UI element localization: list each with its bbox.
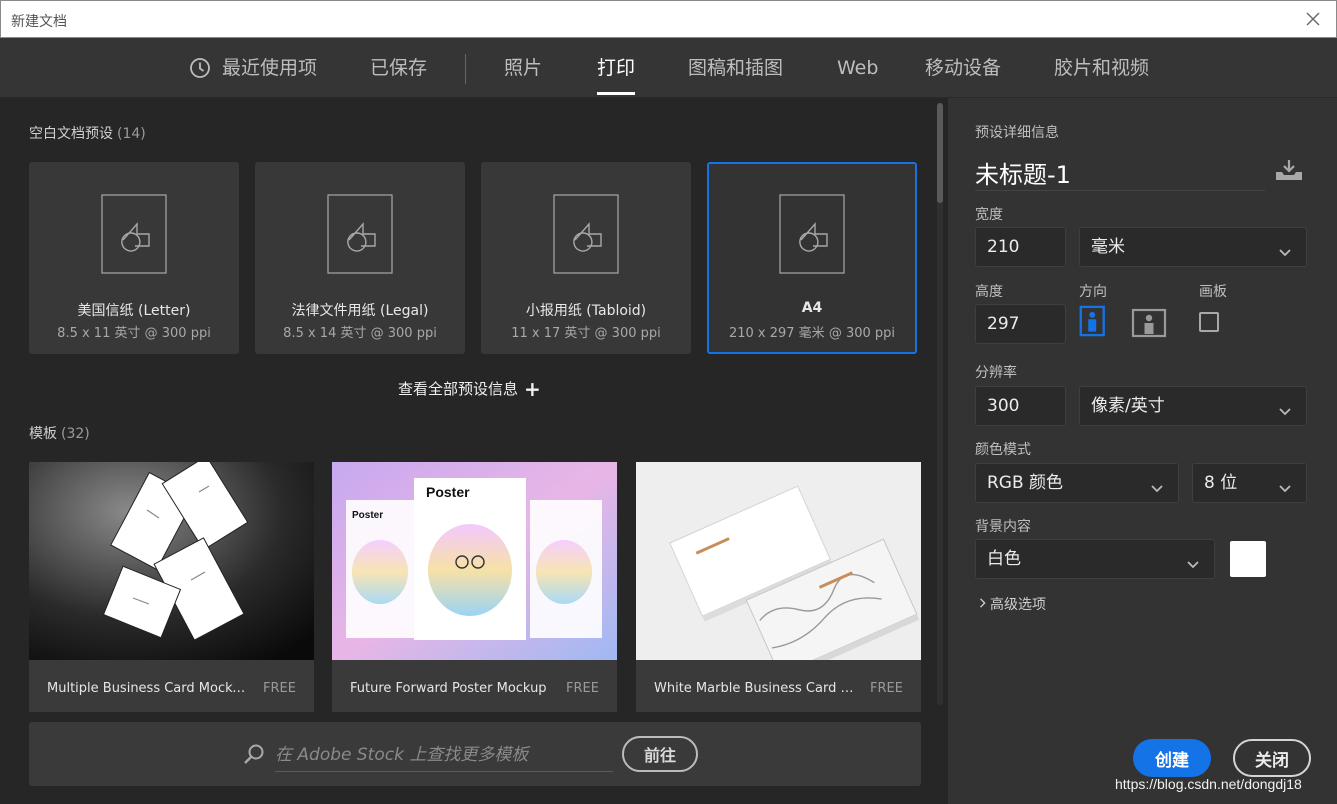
stock-search-bar: 前往 — [29, 722, 921, 786]
landscape-orientation-icon[interactable] — [1131, 308, 1167, 344]
preset-card-a4[interactable]: A4 210 x 297 毫米 @ 300 ppi — [707, 162, 917, 354]
chevron-right-icon — [978, 597, 990, 613]
document-preset-icon — [779, 194, 845, 274]
preset-details-heading: 预设详细信息 — [975, 125, 1059, 141]
document-name-input[interactable] — [975, 155, 1265, 191]
template-card-marble[interactable]: White Marble Business Card Layout FREE — [636, 462, 921, 712]
width-unit-value: 毫米 — [1091, 237, 1125, 257]
chevron-down-icon — [1276, 396, 1294, 416]
blank-presets-count: (14) — [117, 126, 146, 142]
tab-photo[interactable]: 照片 — [504, 38, 542, 98]
document-preset-icon — [327, 194, 393, 274]
tab-print[interactable]: 打印 — [597, 38, 636, 98]
tab-web[interactable]: Web — [837, 38, 878, 98]
tab-film-video[interactable]: 胶片和视频 — [1054, 38, 1149, 98]
template-caption: White Marble Business Card Layout FREE — [636, 660, 921, 712]
template-name: Multiple Business Card Mockups — [47, 681, 247, 696]
width-input[interactable] — [975, 227, 1066, 267]
document-preset-icon — [553, 194, 619, 274]
templates-heading: 模板 (32) — [29, 423, 90, 443]
chevron-down-icon — [1276, 473, 1294, 493]
template-thumbnail — [29, 462, 314, 660]
view-all-label: 查看全部预设信息 — [398, 380, 519, 398]
tab-recent[interactable]: 最近使用项 — [222, 38, 317, 98]
template-thumbnail: Poster Poster — [332, 462, 617, 660]
preset-card-tabloid[interactable]: 小报用纸 (Tabloid) 11 x 17 英寸 @ 300 ppi — [481, 162, 691, 354]
portrait-orientation-icon[interactable] — [1079, 304, 1113, 340]
background-value: 白色 — [987, 549, 1021, 569]
search-icon — [242, 742, 266, 766]
templates-title: 模板 — [29, 426, 57, 442]
resolution-unit-value: 像素/英寸 — [1091, 396, 1165, 416]
poster-title-text: Poster — [426, 484, 470, 500]
artboard-label: 画板 — [1199, 284, 1227, 300]
chevron-down-icon — [1276, 237, 1294, 257]
title-bar: 新建文档 — [0, 0, 1337, 38]
bit-depth-value: 8 位 — [1204, 473, 1238, 493]
tab-art-illustration[interactable]: 图稿和插图 — [688, 38, 783, 98]
color-mode-label: 颜色模式 — [975, 442, 1031, 458]
template-name: White Marble Business Card Layout — [654, 681, 854, 696]
template-thumbnail — [636, 462, 921, 681]
presets-scrollbar[interactable] — [937, 103, 943, 705]
stock-search-input[interactable] — [275, 738, 613, 772]
resolution-unit-select[interactable]: 像素/英寸 — [1079, 386, 1307, 426]
view-all-presets-link[interactable]: 查看全部预设信息 + — [398, 377, 541, 401]
preset-card-letter[interactable]: 美国信纸 (Letter) 8.5 x 11 英寸 @ 300 ppi — [29, 162, 239, 354]
preset-name: A4 — [801, 300, 823, 316]
free-badge: FREE — [870, 681, 903, 696]
tab-divider — [465, 54, 466, 84]
background-label: 背景内容 — [975, 519, 1031, 535]
preset-size: 210 x 297 毫米 @ 300 ppi — [728, 326, 896, 341]
free-badge: FREE — [566, 681, 599, 696]
plus-icon: + — [524, 377, 541, 401]
create-button[interactable]: 创建 — [1133, 739, 1211, 777]
resolution-input[interactable] — [975, 386, 1066, 426]
tab-mobile[interactable]: 移动设备 — [925, 38, 1001, 98]
blank-presets-title: 空白文档预设 — [29, 126, 113, 142]
preset-size: 11 x 17 英寸 @ 300 ppi — [511, 326, 661, 341]
blank-presets-heading: 空白文档预设 (14) — [29, 123, 146, 143]
advanced-options-label: 高级选项 — [990, 597, 1046, 613]
bit-depth-select[interactable]: 8 位 — [1192, 463, 1307, 503]
template-card-business-cards[interactable]: Multiple Business Card Mockups FREE — [29, 462, 314, 712]
close-button[interactable]: 关闭 — [1233, 739, 1311, 777]
artboard-checkbox[interactable] — [1199, 312, 1219, 332]
chevron-down-icon — [1184, 549, 1202, 569]
resolution-label: 分辨率 — [975, 365, 1017, 381]
tab-saved[interactable]: 已保存 — [370, 38, 427, 98]
orientation-label: 方向 — [1079, 284, 1107, 300]
preset-name: 美国信纸 (Letter) — [77, 303, 191, 319]
preset-name: 法律文件用纸 (Legal) — [291, 303, 429, 319]
clock-icon — [189, 57, 211, 79]
document-preset-icon — [101, 194, 167, 274]
advanced-options-toggle[interactable]: 高级选项 — [978, 594, 1046, 614]
templates-count: (32) — [61, 426, 90, 442]
watermark-text: https://blog.csdn.net/dongdj18 — [1115, 776, 1302, 792]
width-label: 宽度 — [975, 207, 1003, 223]
height-label: 高度 — [975, 284, 1003, 300]
go-button[interactable]: 前往 — [622, 736, 698, 772]
preset-size: 8.5 x 11 英寸 @ 300 ppi — [57, 326, 211, 341]
close-icon[interactable] — [1302, 8, 1324, 30]
height-input[interactable] — [975, 304, 1066, 344]
preset-name: 小报用纸 (Tabloid) — [525, 303, 647, 319]
color-mode-select[interactable]: RGB 颜色 — [975, 463, 1179, 503]
scrollbar-thumb[interactable] — [937, 103, 943, 203]
template-caption: Multiple Business Card Mockups FREE — [29, 660, 314, 712]
chevron-down-icon — [1148, 473, 1166, 493]
preset-card-legal[interactable]: 法律文件用纸 (Legal) 8.5 x 14 英寸 @ 300 ppi — [255, 162, 465, 354]
free-badge: FREE — [263, 681, 296, 696]
preset-size: 8.5 x 14 英寸 @ 300 ppi — [283, 326, 437, 341]
save-preset-icon[interactable] — [1274, 158, 1304, 182]
template-name: Future Forward Poster Mockup — [350, 681, 547, 696]
template-caption: Future Forward Poster Mockup FREE — [332, 660, 617, 712]
background-select[interactable]: 白色 — [975, 539, 1215, 579]
template-card-poster[interactable]: Poster Poster Future Forward Poster Mock… — [332, 462, 617, 712]
poster-side-text: Poster — [352, 510, 383, 521]
window-title: 新建文档 — [11, 14, 67, 30]
width-unit-select[interactable]: 毫米 — [1079, 227, 1307, 267]
color-mode-value: RGB 颜色 — [987, 473, 1064, 493]
background-color-swatch[interactable] — [1230, 541, 1266, 577]
